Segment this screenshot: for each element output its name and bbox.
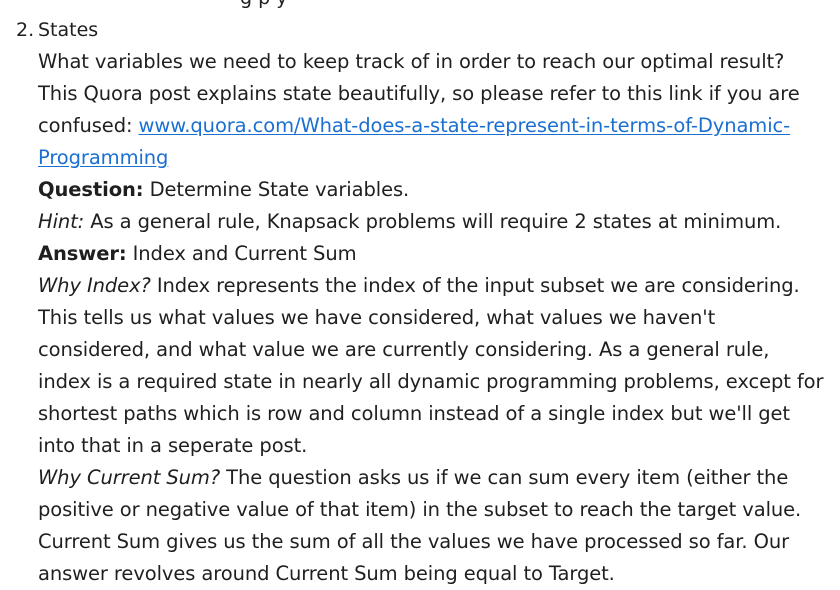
hint-text: As a general rule, Knapsack problems wil… xyxy=(84,210,782,233)
answer-label: Answer: xyxy=(38,242,127,265)
quora-link[interactable]: www.quora.com/What-does-a-state-represen… xyxy=(38,114,790,169)
list-item-title: States xyxy=(38,19,99,41)
why-sum-label: Why Current Sum? xyxy=(38,466,221,489)
question-text: Determine State variables. xyxy=(143,178,410,201)
why-index-paragraph: Why Index? Index represents the index of… xyxy=(38,270,828,462)
why-index-label: Why Index? xyxy=(38,274,151,297)
intro-paragraph: What variables we need to keep track of … xyxy=(38,50,800,169)
clipped-previous-line: g p y xyxy=(240,0,287,8)
hint-line: Hint: As a general rule, Knapsack proble… xyxy=(38,206,828,238)
list-item-heading: 2. States xyxy=(16,14,830,46)
answer-text: Index and Current Sum xyxy=(126,242,357,265)
list-item-body: What variables we need to keep track of … xyxy=(38,46,828,590)
hint-label: Hint: xyxy=(38,210,85,233)
list-item-states: 2. States What variables we need to keep … xyxy=(0,14,830,590)
quora-link-text-2: Programming xyxy=(38,146,169,169)
quora-link-text-1: www.quora.com/What-does-a-state-represen… xyxy=(138,114,791,137)
question-label: Question: xyxy=(38,178,144,201)
question-line: Question: Determine State variables. xyxy=(38,174,828,206)
why-sum-paragraph: Why Current Sum? The question asks us if… xyxy=(38,462,828,590)
list-number: 2. xyxy=(16,19,35,41)
answer-line: Answer: Index and Current Sum xyxy=(38,238,828,270)
why-index-text: Index represents the index of the input … xyxy=(38,274,824,457)
